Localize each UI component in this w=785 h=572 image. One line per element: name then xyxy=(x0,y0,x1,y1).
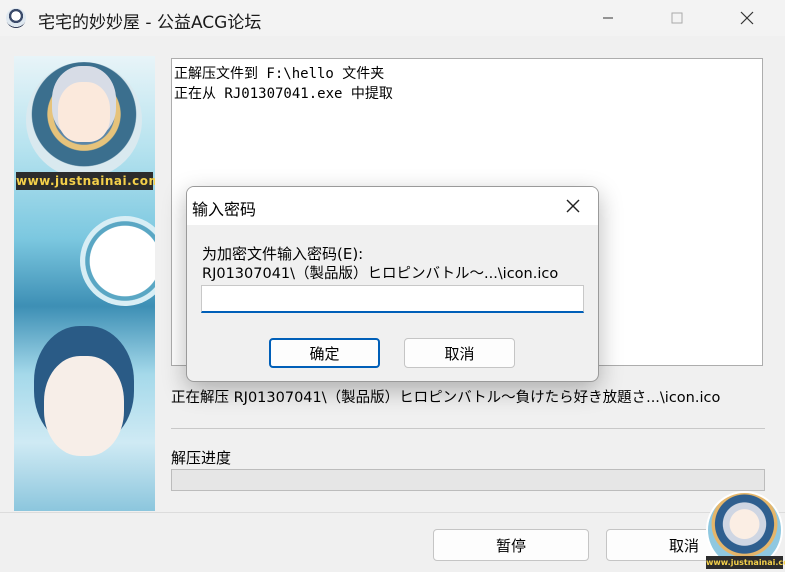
dialog-close-button[interactable] xyxy=(555,191,591,221)
password-input[interactable] xyxy=(201,285,584,313)
password-dialog: 输入密码 为加密文件输入密码(E): RJ01307041\（製品版）ヒロピンバ… xyxy=(186,186,599,382)
divider xyxy=(171,428,765,429)
dialog-title: 输入密码 xyxy=(192,200,257,219)
artwork-clock xyxy=(80,216,155,306)
maximize-button[interactable] xyxy=(654,0,700,36)
encrypted-file-name: RJ01307041\（製品版）ヒロピンバトル～...\icon.ico xyxy=(202,266,559,282)
artwork-character-top xyxy=(58,82,110,142)
close-icon xyxy=(566,199,580,213)
minimize-icon xyxy=(603,17,613,19)
pause-button[interactable]: 暂停 xyxy=(433,529,589,561)
artwork-character-bottom xyxy=(44,356,124,456)
log-line: 正在从 RJ01307041.exe 中提取 xyxy=(174,86,393,102)
close-icon xyxy=(740,11,754,25)
ok-button[interactable]: 确定 xyxy=(269,338,380,368)
close-button[interactable] xyxy=(724,0,770,36)
progress-bar xyxy=(171,469,765,491)
dialog-title-bar[interactable]: 输入密码 xyxy=(187,187,598,225)
title-bar[interactable]: 宅宅的妙妙屋 - 公益ACG论坛 xyxy=(0,0,785,36)
side-artwork: www.justnainai.com xyxy=(14,56,155,511)
minimize-button[interactable] xyxy=(585,0,631,36)
app-icon xyxy=(6,8,26,28)
window-title: 宅宅的妙妙屋 - 公益ACG论坛 xyxy=(38,13,262,33)
archive-extract-window: 宅宅的妙妙屋 - 公益ACG论坛 www.justnainai.com 正解压文… xyxy=(0,0,785,572)
log-line: 正解压文件到 F:\hello 文件夹 xyxy=(174,66,385,82)
badge-watermark: www.justnainai.com xyxy=(706,556,785,569)
current-file-status: 正在解压 RJ01307041\（製品版）ヒロピンバトル～負けたら好き放題さ..… xyxy=(171,390,721,406)
progress-label: 解压进度 xyxy=(171,449,232,467)
maximize-icon xyxy=(671,12,683,24)
password-prompt: 为加密文件输入密码(E): xyxy=(202,245,364,263)
artwork-watermark: www.justnainai.com xyxy=(16,172,155,190)
dialog-cancel-button[interactable]: 取消 xyxy=(404,338,515,368)
